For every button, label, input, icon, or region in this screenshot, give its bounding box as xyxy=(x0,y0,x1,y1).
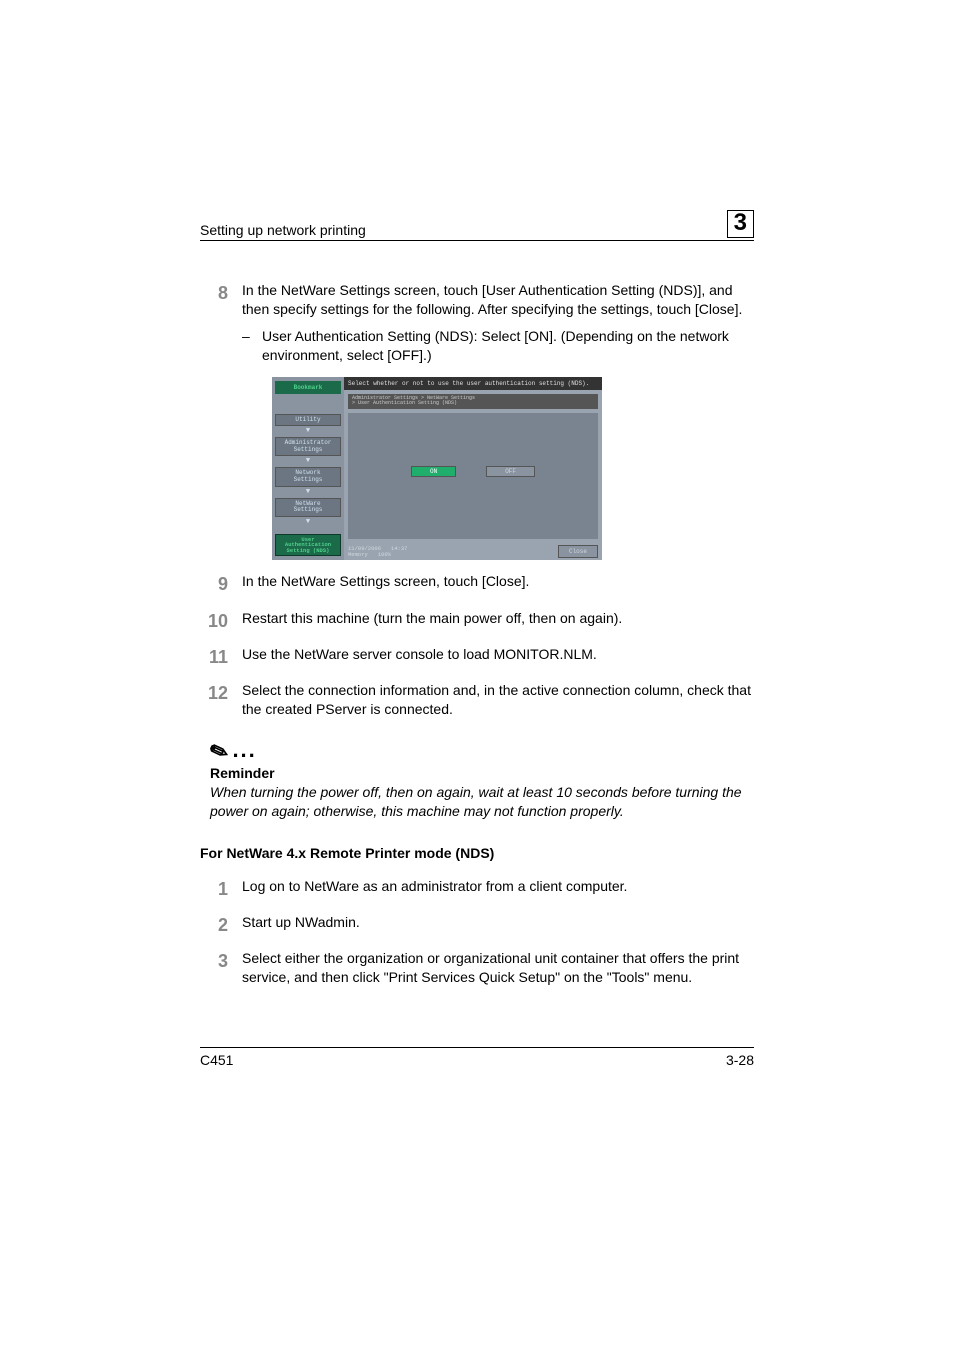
step-text: Restart this machine (turn the main powe… xyxy=(242,609,754,633)
step-text: Select the connection information and, i… xyxy=(242,681,754,719)
nav-utility[interactable]: Utility xyxy=(275,414,341,427)
running-title: Setting up network printing xyxy=(200,222,366,238)
step-number: 9 xyxy=(200,572,228,596)
subitem-text: User Authentication Setting (NDS): Selec… xyxy=(262,327,754,365)
step-number: 11 xyxy=(200,645,228,669)
running-head: Setting up network printing 3 xyxy=(200,210,754,241)
nav-arrow-icon: ▼ xyxy=(275,519,341,526)
section-heading: For NetWare 4.x Remote Printer mode (NDS… xyxy=(200,845,754,861)
breadcrumb: Administrator Settings > NetWare Setting… xyxy=(348,394,598,409)
step-12: 12 Select the connection information and… xyxy=(200,681,754,719)
step-b1: 1 Log on to NetWare as an administrator … xyxy=(200,877,754,901)
reminder-label: Reminder xyxy=(210,765,754,781)
device-main: Select whether or not to use the user au… xyxy=(344,377,602,561)
dash: – xyxy=(242,327,252,365)
step-number: 1 xyxy=(200,877,228,901)
step-b2: 2 Start up NWadmin. xyxy=(200,913,754,937)
step-number: 2 xyxy=(200,913,228,937)
step-text: In the NetWare Settings screen, touch [C… xyxy=(242,572,754,596)
memory-value: 100% xyxy=(378,551,391,558)
step-b3: 3 Select either the organization or orga… xyxy=(200,949,754,987)
nav-arrow-icon: ▼ xyxy=(275,428,341,435)
nav-arrow-icon: ▼ xyxy=(275,489,341,496)
close-button[interactable]: Close xyxy=(558,545,598,558)
footer-page: 3-28 xyxy=(726,1052,754,1068)
device-screenshot: Bookmark Utility ▼ Administrator Setting… xyxy=(272,377,754,561)
footer-model: C451 xyxy=(200,1052,233,1068)
step-text: Use the NetWare server console to load M… xyxy=(242,645,754,669)
step-text: Start up NWadmin. xyxy=(242,913,754,937)
nav-arrow-icon: ▼ xyxy=(275,458,341,465)
device-screen: Bookmark Utility ▼ Administrator Setting… xyxy=(272,377,602,561)
reminder-note: ✎ ... Reminder When turning the power of… xyxy=(210,737,754,821)
nav-user-auth-nds[interactable]: User Authentication Setting (NDS) xyxy=(275,534,341,557)
step-number: 8 xyxy=(200,281,228,319)
pencil-icon: ✎ xyxy=(207,738,232,765)
status-time: 14:37 xyxy=(391,545,408,552)
on-button[interactable]: ON xyxy=(411,466,456,477)
nav-admin-settings[interactable]: Administrator Settings xyxy=(275,437,341,456)
step-number: 3 xyxy=(200,949,228,987)
device-sidebar: Bookmark Utility ▼ Administrator Setting… xyxy=(272,377,344,561)
page-footer: C451 3-28 xyxy=(200,1047,754,1068)
nav-netware-settings[interactable]: NetWare Settings xyxy=(275,498,341,517)
step-number: 12 xyxy=(200,681,228,719)
off-button[interactable]: OFF xyxy=(486,466,535,477)
instruction-bar: Select whether or not to use the user au… xyxy=(344,377,602,390)
step-8-subitem: – User Authentication Setting (NDS): Sel… xyxy=(242,327,754,365)
step-9: 9 In the NetWare Settings screen, touch … xyxy=(200,572,754,596)
step-10: 10 Restart this machine (turn the main p… xyxy=(200,609,754,633)
status-bar: 11/09/2006 14:37 Memory 100% Close xyxy=(344,543,602,560)
step-text: Log on to NetWare as an administrator fr… xyxy=(242,877,754,901)
ellipsis-icon: ... xyxy=(232,737,256,763)
bookmark-tab[interactable]: Bookmark xyxy=(275,381,341,394)
nav-network-settings[interactable]: Network Settings xyxy=(275,467,341,486)
reminder-body: When turning the power off, then on agai… xyxy=(210,783,754,821)
step-11: 11 Use the NetWare server console to loa… xyxy=(200,645,754,669)
step-8: 8 In the NetWare Settings screen, touch … xyxy=(200,281,754,319)
memory-label: Memory xyxy=(348,551,368,558)
step-text: In the NetWare Settings screen, touch [U… xyxy=(242,281,754,319)
settings-panel: ON OFF xyxy=(348,413,598,540)
step-text: Select either the organization or organi… xyxy=(242,949,754,987)
chapter-number: 3 xyxy=(727,210,754,238)
step-number: 10 xyxy=(200,609,228,633)
